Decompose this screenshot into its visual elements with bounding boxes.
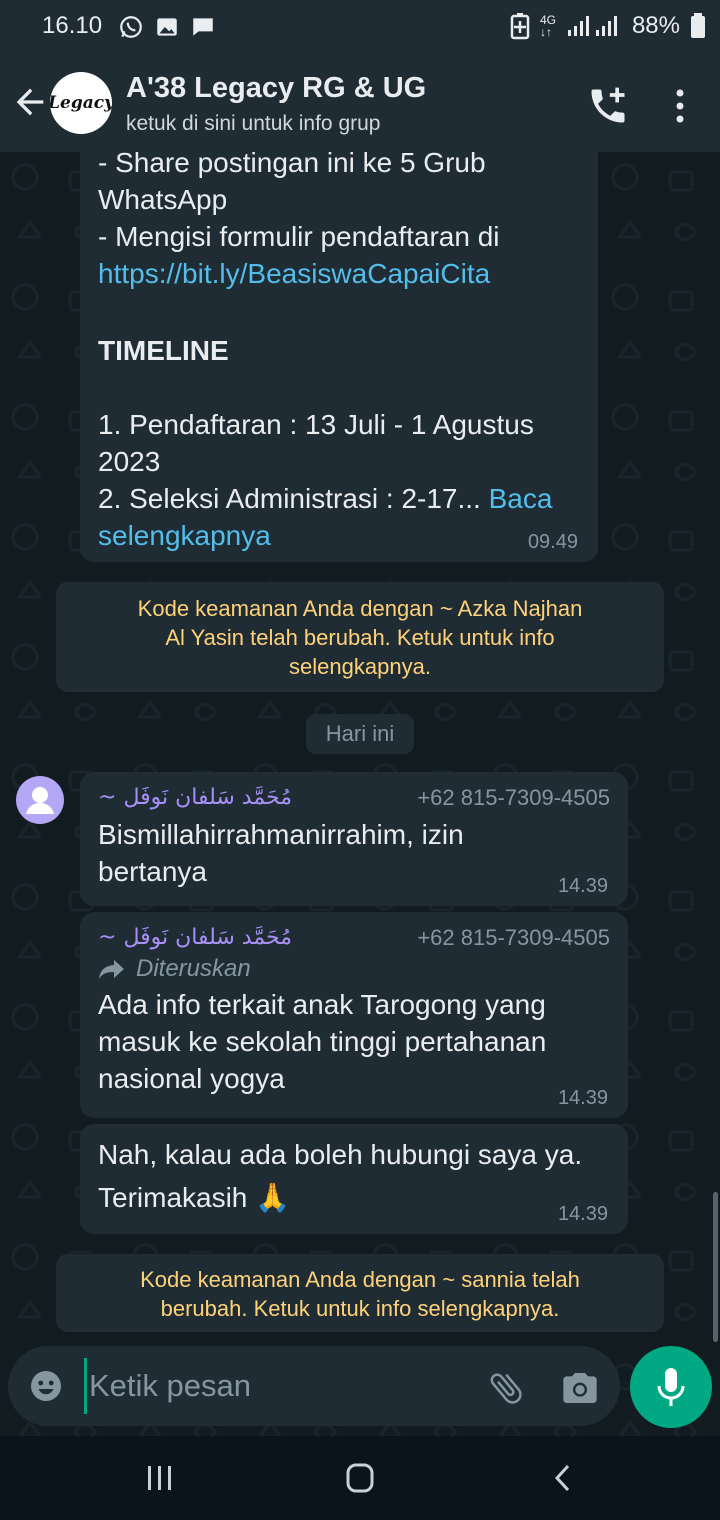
- message-text-row: 2. Seleksi Administrasi : 2-17... Baca: [98, 480, 580, 517]
- system-nav-bar: [0, 1436, 720, 1520]
- forwarded-label: Diteruskan: [98, 952, 610, 986]
- read-more-link[interactable]: Baca: [489, 483, 553, 514]
- message-input[interactable]: [84, 1358, 464, 1414]
- message-bubble[interactable]: Nah, kalau ada boleh hubungi saya ya. Te…: [80, 1124, 628, 1234]
- group-avatar[interactable]: Legacy: [50, 72, 112, 134]
- message-heading: TIMELINE: [98, 335, 229, 366]
- chat-area[interactable]: - Share postingan ini ke 5 Grub WhatsApp…: [0, 152, 720, 1436]
- signal-icon: [567, 16, 617, 36]
- message-link[interactable]: https://bit.ly/BeasiswaCapaiCita: [98, 255, 580, 292]
- message-text-row: Terimakasih 🙏: [98, 1179, 610, 1216]
- status-time: 16.10: [42, 12, 103, 39]
- message-text: Bismillahirrahmanirrahim, izin: [98, 819, 464, 850]
- back-arrow-icon[interactable]: [10, 82, 50, 122]
- group-title[interactable]: A'38 Legacy RG & UG: [126, 72, 426, 105]
- battery-saver-icon: [510, 13, 530, 40]
- mic-icon: [657, 1368, 685, 1406]
- network-type: 4G ↓↑: [540, 14, 556, 38]
- add-call-icon[interactable]: [586, 84, 630, 128]
- whatsapp-icon: [120, 16, 142, 38]
- notice-text: Kode keamanan Anda dengan ~ Azka Najhan: [137, 596, 583, 621]
- read-more-link[interactable]: selengkapnya: [98, 517, 580, 554]
- back-icon[interactable]: [544, 1462, 584, 1494]
- attach-icon[interactable]: [486, 1368, 526, 1408]
- message-text: masuk ke sekolah tinggi pertahanan: [98, 1026, 547, 1057]
- group-subtitle[interactable]: ketuk di sini untuk info grup: [126, 112, 380, 136]
- data-arrows: ↓↑: [539, 25, 552, 39]
- group-avatar-logo: Legacy: [50, 93, 112, 113]
- user-avatar-icon[interactable]: [16, 776, 64, 824]
- message-text: WhatsApp: [98, 184, 228, 215]
- notice-text: selengkapnya.: [289, 654, 431, 679]
- message-text: bertanya: [98, 856, 207, 887]
- message-time: 14.39: [557, 1203, 608, 1225]
- notice-text: Al Yasin telah berubah. Ketuk untuk info: [165, 625, 555, 650]
- message-time: 14.39: [557, 1087, 608, 1109]
- message-bubble[interactable]: ~ مُحَمَّد سَلفان نَوفَل +62 815-7309-45…: [80, 772, 628, 906]
- mic-button[interactable]: [630, 1346, 712, 1428]
- security-code-notice[interactable]: Kode keamanan Anda dengan ~ Azka Najhan …: [56, 582, 664, 692]
- notice-text: berubah. Ketuk untuk info selengkapnya.: [160, 1296, 560, 1321]
- scroll-indicator[interactable]: [713, 1192, 718, 1342]
- sender-row: ~ مُحَمَّد سَلفان نَوفَل +62 815-7309-45…: [98, 784, 610, 812]
- message-input-bar: [8, 1346, 620, 1426]
- chat-icon: [193, 18, 213, 36]
- sender-phone[interactable]: +62 815-7309-4505: [417, 924, 610, 952]
- sender-phone[interactable]: +62 815-7309-4505: [417, 784, 610, 812]
- message-bubble[interactable]: ~ مُحَمَّد سَلفان نَوفَل +62 815-7309-45…: [80, 912, 628, 1118]
- message-text: nasional yogya: [98, 1063, 285, 1094]
- message-text: Terimakasih: [98, 1182, 248, 1213]
- message-time: 14.39: [557, 875, 608, 897]
- sender-row: ~ مُحَمَّد سَلفان نَوفَل +62 815-7309-45…: [98, 924, 610, 952]
- message-text: Ada info terkait anak Tarogong yang: [98, 989, 546, 1020]
- message-text: 2. Seleksi Administrasi : 2-17...: [98, 483, 481, 514]
- battery-percent: 88%: [631, 12, 680, 39]
- notice-text: Kode keamanan Anda dengan ~ sannia telah: [140, 1267, 580, 1292]
- more-vert-icon[interactable]: [664, 84, 696, 128]
- camera-icon[interactable]: [560, 1368, 600, 1408]
- sender-name[interactable]: ~ مُحَمَّد سَلفان نَوفَل: [98, 784, 292, 812]
- forward-icon: [99, 960, 124, 979]
- sender-name[interactable]: ~ مُحَمَّد سَلفان نَوفَل: [98, 924, 292, 952]
- gallery-icon: [157, 18, 177, 36]
- forwarded-text: Diteruskan: [136, 955, 251, 982]
- battery-icon: [691, 13, 705, 38]
- notification-icons: [118, 14, 216, 40]
- message-time: 09.49: [527, 531, 578, 553]
- message-text: Nah, kalau ada boleh hubungi saya ya.: [98, 1139, 583, 1170]
- message-bubble[interactable]: - Share postingan ini ke 5 Grub WhatsApp…: [80, 152, 598, 562]
- recents-icon[interactable]: [140, 1462, 180, 1494]
- date-chip: Hari ini: [306, 714, 414, 754]
- message-text: - Mengisi formulir pendaftaran di: [98, 221, 500, 252]
- security-code-notice[interactable]: Kode keamanan Anda dengan ~ sannia telah…: [56, 1254, 664, 1332]
- message-text: - Share postingan ini ke 5 Grub: [98, 152, 486, 178]
- pray-emoji: 🙏: [255, 1181, 291, 1214]
- chat-header[interactable]: Legacy A'38 Legacy RG & UG ketuk di sini…: [0, 56, 720, 152]
- emoji-icon[interactable]: [28, 1368, 64, 1404]
- system-icons: 4G ↓↑ 88%: [510, 12, 706, 40]
- home-icon[interactable]: [340, 1462, 380, 1494]
- status-bar: 16.10 4G ↓↑ 88%: [0, 0, 720, 56]
- message-text: 1. Pendaftaran : 13 Juli - 1 Agustus: [98, 409, 534, 440]
- message-text: 2023: [98, 446, 161, 477]
